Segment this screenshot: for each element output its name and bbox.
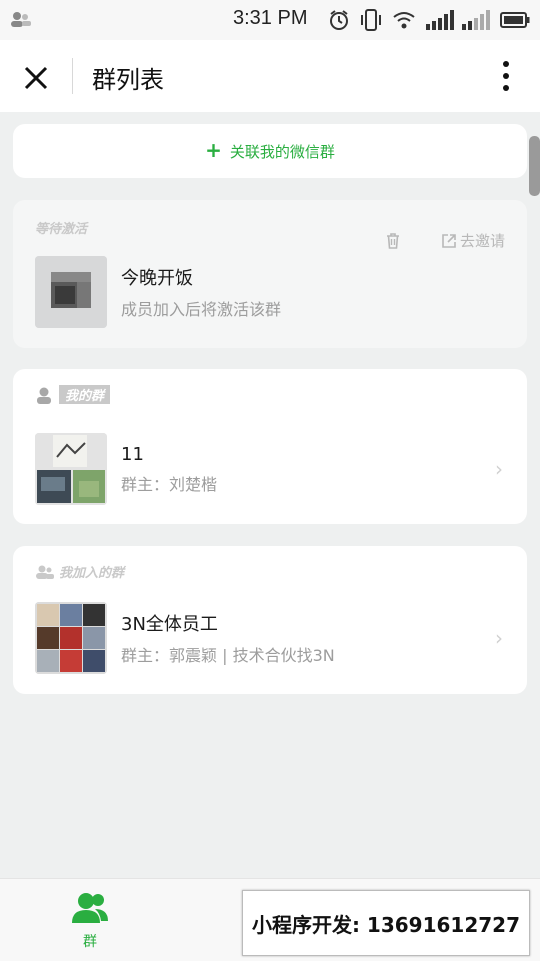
vibrate-icon [360, 8, 382, 36]
user-status-icon [10, 10, 32, 32]
scrollbar[interactable] [529, 136, 540, 196]
group-avatar [35, 433, 107, 505]
alarm-icon [328, 9, 350, 35]
group-tab-icon [72, 893, 108, 923]
joined-groups-title: 我加入的群 [35, 562, 124, 581]
more-icon[interactable] [500, 58, 512, 94]
group-people-icon [36, 565, 54, 579]
pending-section-title-text: 等待激活 [35, 222, 88, 237]
share-icon [442, 233, 456, 248]
joined-groups-section: 我加入的群 3N全体员工 群主：郭震颖 | 技术合伙找3N › [13, 546, 527, 694]
group-name: 11 [121, 443, 144, 465]
group-avatar [35, 256, 107, 328]
invite-button[interactable]: 去邀请 [441, 230, 505, 251]
status-time: 3:31 PM [233, 7, 308, 29]
group-name: 3N全体员工 [121, 614, 218, 635]
trash-icon[interactable] [385, 232, 401, 250]
battery-icon [500, 11, 530, 33]
group-owner: 群主：郭震颖 | 技术合伙找3N [121, 646, 335, 665]
invite-label: 去邀请 [459, 232, 505, 250]
link-wechat-group-label: 关联我的微信群 [229, 142, 335, 161]
link-wechat-group-button[interactable]: + 关联我的微信群 [13, 124, 527, 178]
chevron-right-icon: › [495, 457, 503, 481]
tab-groups-label: 群 [83, 934, 97, 950]
tab-groups[interactable]: 群 [60, 891, 120, 951]
wifi-icon [392, 10, 416, 34]
pending-section: 等待激活 今晚开饭 成员加入后将激活该群 去邀请 [13, 200, 527, 348]
joined-group-row[interactable]: 3N全体员工 群主：郭震颖 | 技术合伙找3N [35, 600, 527, 676]
close-icon[interactable] [20, 62, 52, 94]
page-title: 群列表 [92, 66, 164, 94]
group-owner: 群主：刘楚楷 [121, 474, 218, 494]
my-groups-title: 我的群 [35, 385, 111, 404]
plus-icon: + [205, 138, 222, 162]
pending-section-title: 等待激活 [35, 218, 87, 237]
signal-icon [426, 10, 490, 34]
my-groups-section: 我的群 11 群主：刘楚楷 › [13, 369, 527, 524]
group-subtitle: 成员加入后将激活该群 [121, 300, 282, 319]
promo-banner: 小程序开发: 13691612727 [242, 890, 530, 956]
promo-text: 小程序开发: 13691612727 [251, 912, 521, 937]
nav-divider [72, 58, 73, 94]
joined-groups-title-text: 我加入的群 [59, 566, 125, 581]
person-icon [37, 387, 51, 404]
group-name: 今晚开饭 [121, 268, 193, 289]
group-avatar [35, 602, 107, 674]
my-group-row[interactable]: 11 群主：刘楚楷 [35, 431, 527, 507]
nav-bar: 群列表 [0, 40, 540, 112]
my-groups-title-text: 我的群 [59, 385, 111, 404]
pending-group-row[interactable]: 今晚开饭 成员加入后将激活该群 [35, 254, 527, 330]
status-bar: 3:31 PM [0, 0, 540, 40]
chevron-right-icon: › [495, 626, 503, 650]
